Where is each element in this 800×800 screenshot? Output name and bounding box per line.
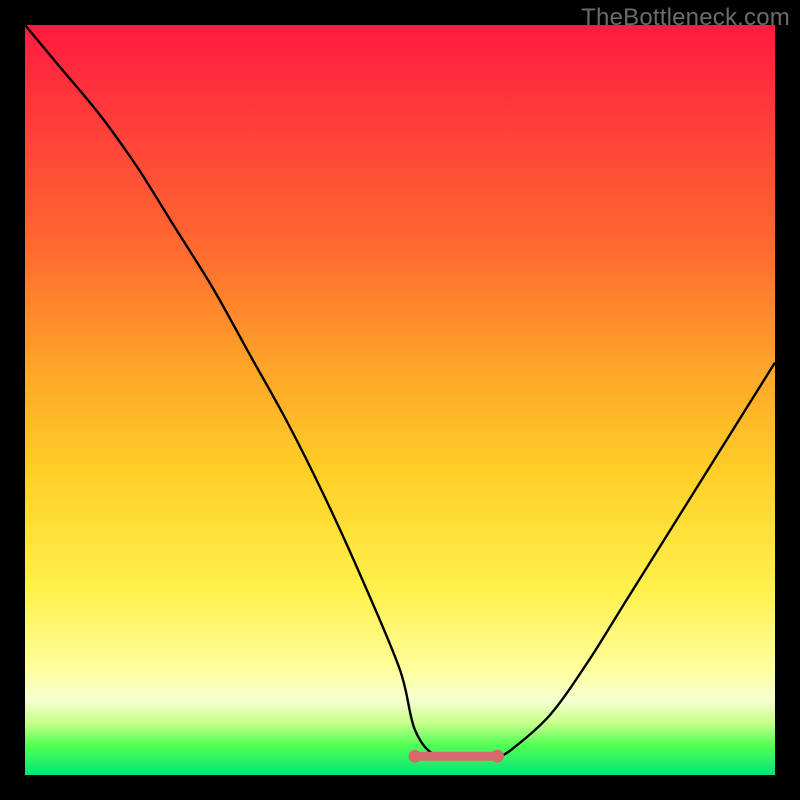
chart-series-group bbox=[25, 25, 775, 763]
marker-flat-start bbox=[409, 750, 422, 763]
watermark-text: TheBottleneck.com bbox=[581, 4, 790, 32]
marker-flat-end bbox=[491, 750, 504, 763]
plot-area bbox=[25, 25, 775, 775]
chart-svg bbox=[25, 25, 775, 775]
series-curve bbox=[25, 25, 775, 758]
chart-frame: TheBottleneck.com bbox=[0, 0, 800, 800]
